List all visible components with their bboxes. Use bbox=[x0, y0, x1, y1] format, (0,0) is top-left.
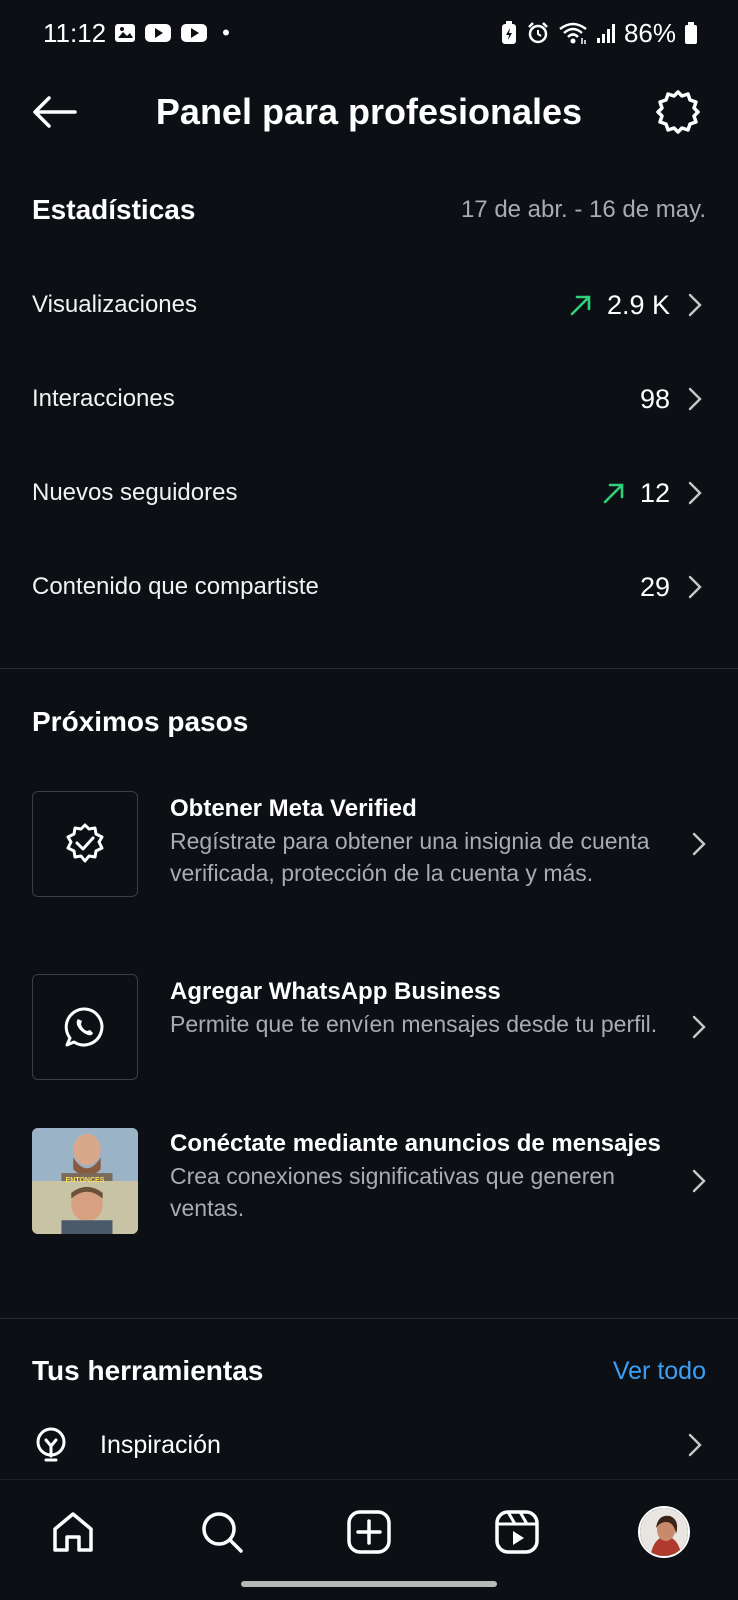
tools-title: Tus herramientas bbox=[32, 1355, 264, 1386]
tool-row-inspiracion[interactable]: Inspiración bbox=[32, 1420, 706, 1470]
stat-row-interacciones[interactable]: Interacciones 98 bbox=[0, 352, 738, 446]
next-steps-title: Próximos pasos bbox=[32, 706, 249, 737]
battery-percent: 86% bbox=[623, 17, 676, 48]
step-whatsapp-business[interactable]: Agregar WhatsApp Business Permite que te… bbox=[0, 974, 738, 1080]
search-icon bbox=[202, 1512, 243, 1553]
youtube-icon bbox=[144, 23, 172, 43]
thumbnail-caption: ENTONCES bbox=[65, 1177, 105, 1184]
settings-button[interactable] bbox=[651, 85, 705, 139]
tool-label: Inspiración bbox=[100, 1430, 221, 1459]
signal-icon bbox=[596, 22, 616, 44]
chevron-right-icon bbox=[684, 1433, 706, 1457]
youtube-icon-2 bbox=[180, 23, 208, 43]
stat-value: 2.9 K bbox=[606, 289, 670, 320]
tools-header: Tus herramientas Ver todo bbox=[32, 1351, 706, 1391]
stat-value: 98 bbox=[639, 383, 670, 414]
battery-saver-icon bbox=[500, 21, 518, 45]
stat-value: 29 bbox=[639, 571, 670, 602]
stat-row-nuevos-seguidores[interactable]: Nuevos seguidores 12 bbox=[0, 446, 738, 540]
home-indicator bbox=[241, 1581, 497, 1587]
stat-value: 12 bbox=[639, 477, 670, 508]
chevron-right-icon bbox=[684, 387, 706, 411]
chevron-right-icon bbox=[666, 1128, 706, 1234]
wifi-icon bbox=[558, 21, 588, 45]
notification-dot: • bbox=[222, 20, 230, 45]
stats-header: Estadísticas 17 de abr. - 16 de may. bbox=[32, 190, 706, 230]
nav-profile-button[interactable] bbox=[636, 1504, 692, 1560]
step-title: Agregar WhatsApp Business bbox=[170, 978, 501, 1005]
date-range[interactable]: 17 de abr. - 16 de may. bbox=[461, 196, 706, 224]
step-description: Permite que te envíen mensajes desde tu … bbox=[170, 1011, 658, 1037]
step-icon-box bbox=[32, 974, 138, 1080]
verified-badge-icon bbox=[66, 823, 104, 863]
divider bbox=[0, 668, 738, 669]
stat-label: Interacciones bbox=[32, 385, 175, 412]
trend-up-icon bbox=[569, 293, 593, 317]
home-icon bbox=[53, 1512, 93, 1552]
step-title: Conéctate mediante anuncios de mensajes bbox=[170, 1130, 661, 1157]
see-all-link[interactable]: Ver todo bbox=[613, 1357, 706, 1386]
plus-square-icon bbox=[347, 1510, 391, 1554]
step-description: Crea conexiones significativas que gener… bbox=[170, 1163, 615, 1221]
avatar bbox=[638, 1506, 690, 1558]
step-title: Obtener Meta Verified bbox=[170, 795, 417, 822]
nav-create-button[interactable] bbox=[341, 1504, 397, 1560]
battery-icon bbox=[684, 21, 698, 45]
step-meta-verified[interactable]: Obtener Meta Verified Regístrate para ob… bbox=[0, 791, 738, 897]
page-title: Panel para profesionales bbox=[155, 91, 583, 132]
status-time: 11:12 bbox=[43, 17, 107, 48]
chevron-right-icon bbox=[666, 791, 706, 897]
next-steps-header: Próximos pasos bbox=[32, 702, 706, 742]
chevron-right-icon bbox=[666, 974, 706, 1080]
step-message-ads[interactable]: ENTONCES Conéctate mediante anuncios de … bbox=[0, 1128, 738, 1234]
step-description: Regístrate para obtener una insignia de … bbox=[170, 828, 650, 886]
whatsapp-icon bbox=[64, 1007, 104, 1047]
gear-icon bbox=[656, 90, 700, 134]
reels-icon bbox=[495, 1510, 539, 1554]
stats-title: Estadísticas bbox=[32, 194, 196, 225]
stat-label: Nuevos seguidores bbox=[32, 479, 238, 506]
nav-reels-button[interactable] bbox=[489, 1504, 545, 1560]
chevron-right-icon bbox=[684, 481, 706, 505]
lightbulb-icon bbox=[32, 1426, 70, 1464]
divider bbox=[0, 1318, 738, 1319]
chevron-right-icon bbox=[684, 293, 706, 317]
stat-label: Contenido que compartiste bbox=[32, 573, 319, 600]
status-bar: 11:12 • 86% bbox=[0, 0, 738, 66]
top-bar: Panel para profesionales bbox=[0, 66, 738, 176]
nav-home-button[interactable] bbox=[45, 1504, 101, 1560]
alarm-icon bbox=[526, 21, 550, 45]
stat-row-visualizaciones[interactable]: Visualizaciones 2.9 K bbox=[0, 258, 738, 352]
step-thumbnail-image: ENTONCES bbox=[32, 1128, 138, 1234]
chevron-right-icon bbox=[684, 575, 706, 599]
stat-label: Visualizaciones bbox=[32, 291, 197, 318]
trend-up-icon bbox=[602, 481, 626, 505]
nav-search-button[interactable] bbox=[194, 1504, 250, 1560]
gallery-icon bbox=[114, 23, 136, 43]
stat-row-contenido[interactable]: Contenido que compartiste 29 bbox=[0, 540, 738, 634]
step-icon-box bbox=[32, 791, 138, 897]
